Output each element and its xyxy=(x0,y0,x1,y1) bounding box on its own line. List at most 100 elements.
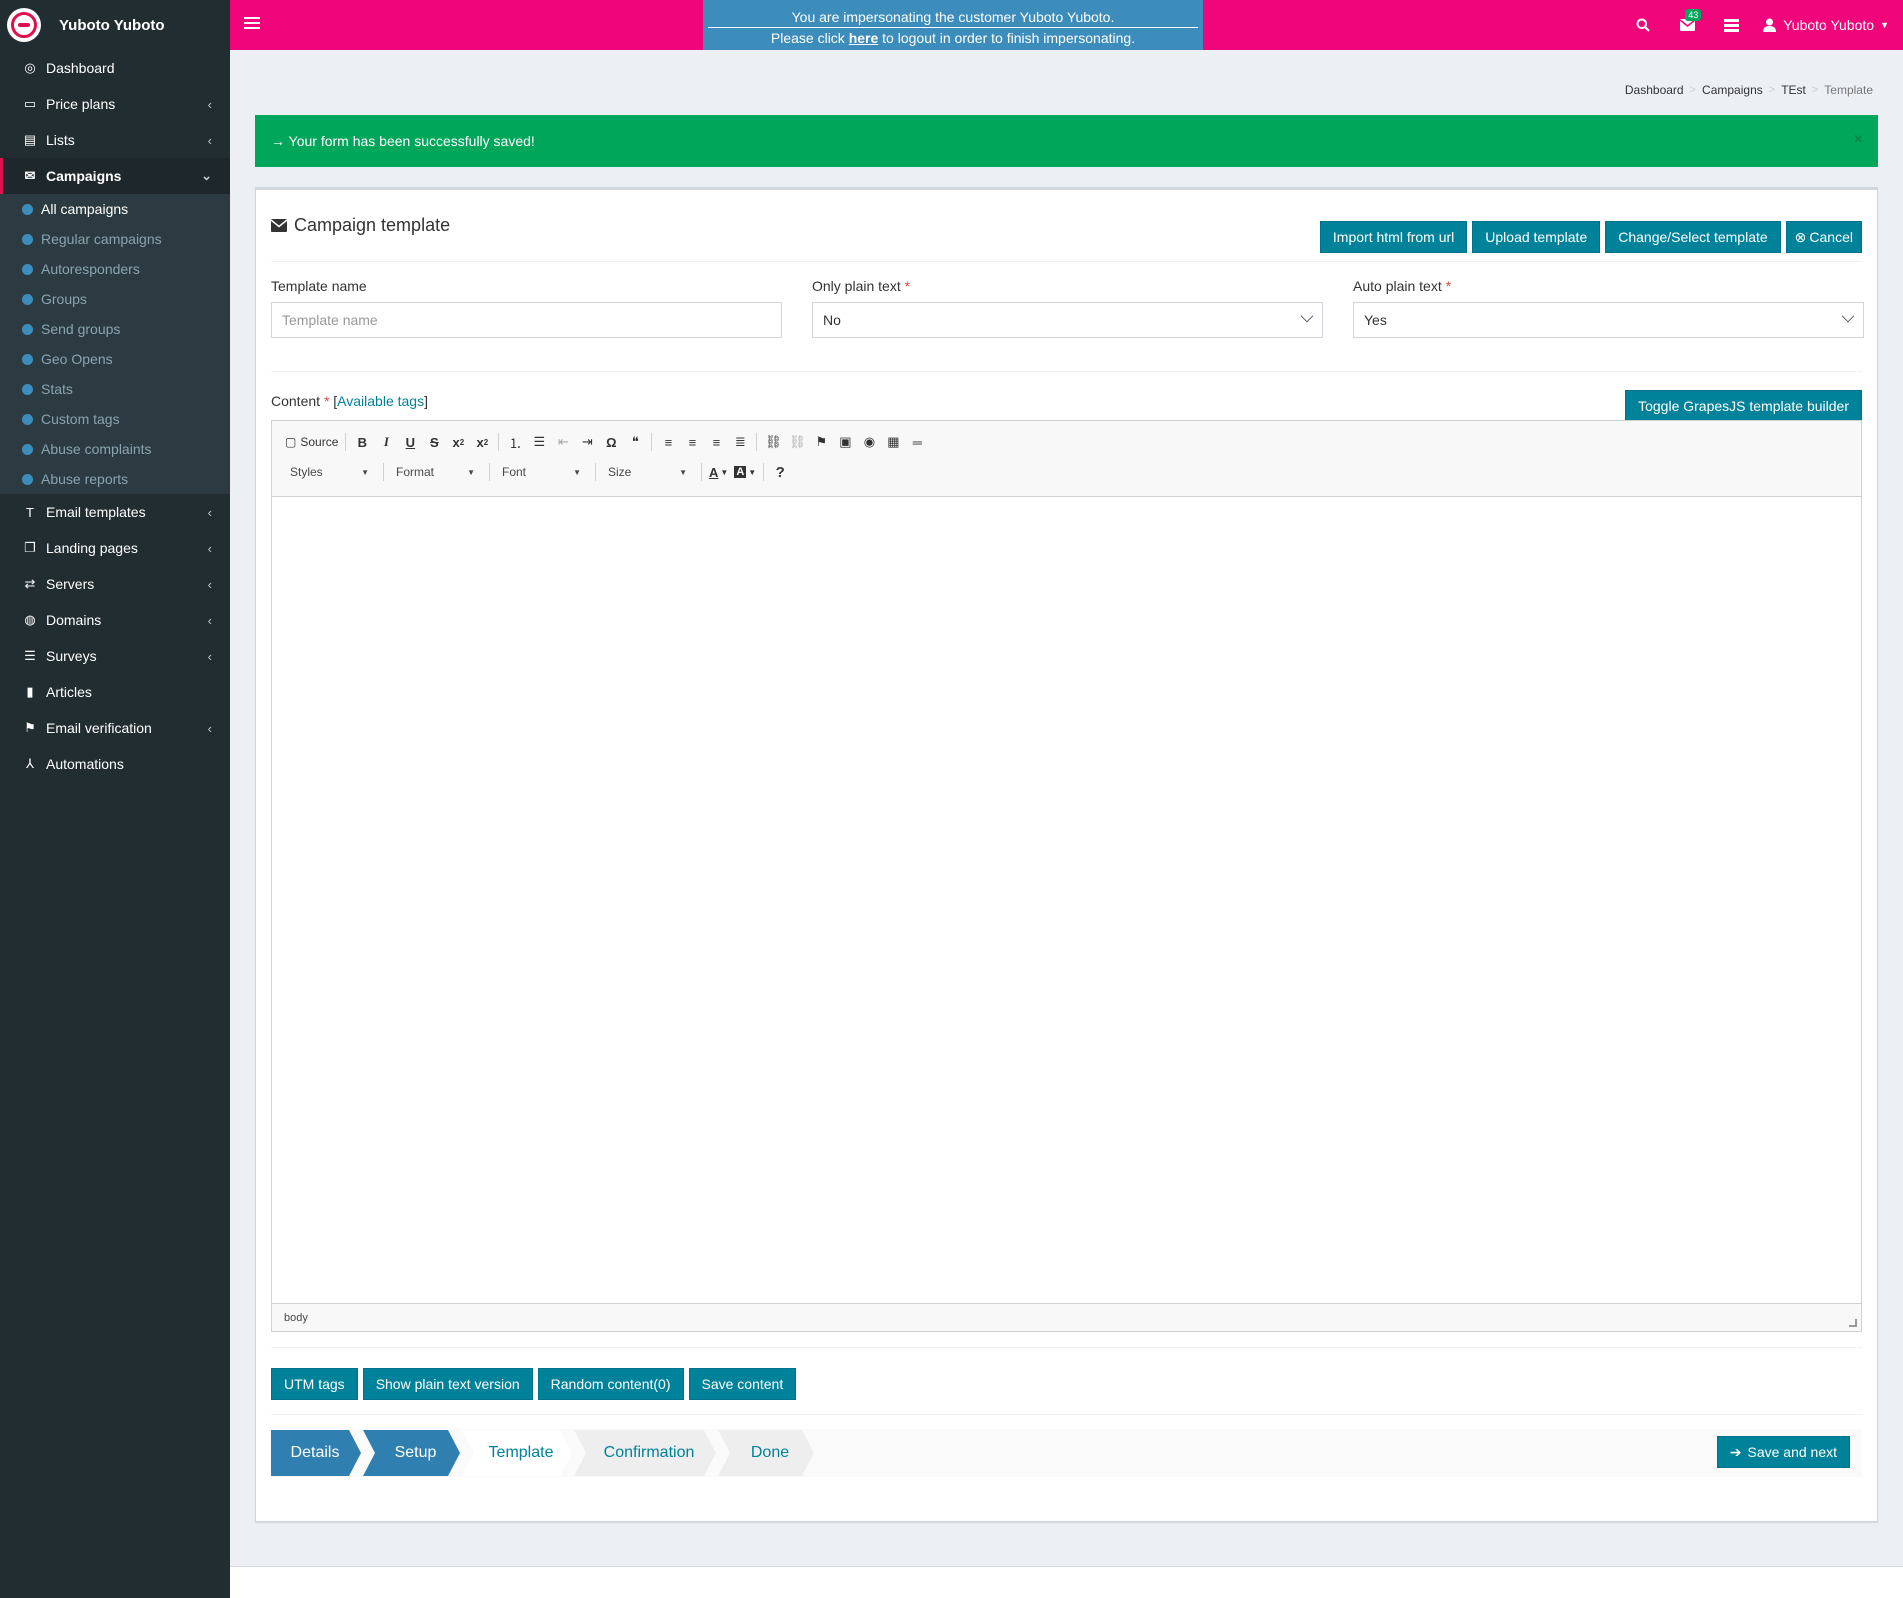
breadcrumb-dashboard[interactable]: Dashboard xyxy=(1625,83,1684,97)
sidebar-subitem-autoresponders[interactable]: Autoresponders xyxy=(0,254,230,284)
sidebar-item-articles[interactable]: ▮ Articles xyxy=(0,674,230,710)
sidebar-subitem-abuse-reports[interactable]: Abuse reports xyxy=(0,464,230,494)
sidebar-subitem-custom-tags[interactable]: Custom tags xyxy=(0,404,230,434)
align-center-icon[interactable]: ≡ xyxy=(680,429,704,455)
circle-icon xyxy=(22,233,33,245)
sidebar-item-automations[interactable]: ⅄ Automations xyxy=(0,746,230,782)
step-done[interactable]: Done xyxy=(718,1430,814,1476)
sidebar-subitem-geo-opens[interactable]: Geo Opens xyxy=(0,344,230,374)
background-color-icon[interactable]: A ▼ xyxy=(731,459,759,485)
step-template[interactable]: Template xyxy=(462,1430,572,1476)
hamburger-menu-icon[interactable] xyxy=(244,14,260,34)
random-content-button[interactable]: Random content(0) xyxy=(537,1368,684,1400)
change-select-template-button[interactable]: Change/Select template xyxy=(1605,221,1781,253)
breadcrumb-campaign[interactable]: TEst xyxy=(1781,83,1806,97)
editor-content-area[interactable] xyxy=(272,497,1861,1303)
special-character-icon[interactable]: Ω xyxy=(599,429,623,455)
anchor-flag-icon[interactable]: ⚑ xyxy=(809,429,833,455)
step-confirmation[interactable]: Confirmation xyxy=(574,1430,716,1476)
sidebar-subitem-all-campaigns[interactable]: All campaigns xyxy=(0,194,230,224)
source-icon: ▢ xyxy=(285,435,297,449)
superscript-icon[interactable]: x2 xyxy=(470,429,494,455)
underline-icon[interactable]: U xyxy=(398,429,422,455)
format-dropdown[interactable]: Format ▼ xyxy=(388,460,483,484)
breadcrumb-separator: > xyxy=(1689,84,1697,96)
sidebar-subitem-regular-campaigns[interactable]: Regular campaigns xyxy=(0,224,230,254)
blockquote-icon[interactable]: ❝ xyxy=(623,429,647,455)
text-color-icon[interactable]: A ▼ xyxy=(706,459,731,485)
toolbar-row-2: Styles ▼ Format ▼ Font ▼ Size ▼ A ▼ A ▼ ? xyxy=(282,457,1851,487)
auto-plain-text-value: Yes xyxy=(1364,312,1387,328)
bulleted-list-icon[interactable]: ☰ xyxy=(527,429,551,455)
decrease-indent-icon[interactable]: ⇤ xyxy=(551,429,575,455)
sidebar-item-servers[interactable]: ⇄ Servers ‹ xyxy=(0,566,230,602)
chevron-left-icon: ‹ xyxy=(207,132,212,148)
italic-icon[interactable]: I xyxy=(374,429,398,455)
sidebar-item-email-templates[interactable]: T Email templates ‹ xyxy=(0,494,230,530)
import-html-from-url-button[interactable]: Import html from url xyxy=(1319,221,1468,253)
table-icon[interactable]: ▦ xyxy=(881,429,905,455)
combo-label: Font xyxy=(502,465,527,479)
cancel-button[interactable]: ⊗ Cancel xyxy=(1785,221,1862,253)
image-icon[interactable]: ▣ xyxy=(833,429,857,455)
user-menu[interactable]: Yuboto Yuboto ▼ xyxy=(1753,17,1903,33)
toolbar-separator xyxy=(383,463,384,481)
toggle-grapesjs-button[interactable]: Toggle GrapesJS template builder xyxy=(1625,390,1862,422)
sidebar-item-campaigns[interactable]: ✉ Campaigns ⌄ xyxy=(0,158,230,194)
help-icon[interactable]: ? xyxy=(768,459,792,485)
circle-icon xyxy=(22,353,33,365)
styles-dropdown[interactable]: Styles ▼ xyxy=(282,460,377,484)
sidebar-subitem-send-groups[interactable]: Send groups xyxy=(0,314,230,344)
caret-down-icon: ▼ xyxy=(361,467,369,477)
impersonation-instructions: Please click here to logout in order to … xyxy=(703,28,1203,48)
close-icon[interactable]: × xyxy=(1854,131,1863,149)
numbered-list-icon[interactable]: ⒈ xyxy=(503,429,527,455)
size-dropdown[interactable]: Size ▼ xyxy=(600,460,695,484)
horizontal-line-icon[interactable]: ═ xyxy=(905,429,929,455)
auto-plain-text-select[interactable]: Yes xyxy=(1353,302,1864,338)
upload-template-button[interactable]: Upload template xyxy=(1472,221,1601,253)
step-setup[interactable]: Setup xyxy=(363,1430,460,1476)
sidebar-item-domains[interactable]: ◍ Domains ‹ xyxy=(0,602,230,638)
content-label-text: Content xyxy=(271,393,321,409)
sidebar-subitem-groups[interactable]: Groups xyxy=(0,284,230,314)
flash-icon[interactable]: ◉ xyxy=(857,429,881,455)
sidebar-item-surveys[interactable]: ☰ Surveys ‹ xyxy=(0,638,230,674)
cancel-circle-icon: ⊗ xyxy=(1794,229,1807,245)
utm-tags-button[interactable]: UTM tags xyxy=(271,1368,358,1400)
search-button[interactable] xyxy=(1621,0,1665,50)
save-and-next-button[interactable]: ➔ Save and next xyxy=(1716,1436,1850,1468)
sidebar-item-lists[interactable]: ▤ Lists ‹ xyxy=(0,122,230,158)
sidebar-item-email-verification[interactable]: ⚑ Email verification ‹ xyxy=(0,710,230,746)
unlink-icon[interactable]: ⛓ xyxy=(785,429,809,455)
align-left-icon[interactable]: ≡ xyxy=(656,429,680,455)
align-right-icon[interactable]: ≡ xyxy=(704,429,728,455)
link-icon[interactable]: ⛓ xyxy=(761,429,785,455)
step-details[interactable]: Details xyxy=(271,1430,361,1476)
sidebar-item-landing-pages[interactable]: ❐ Landing pages ‹ xyxy=(0,530,230,566)
font-dropdown[interactable]: Font ▼ xyxy=(494,460,589,484)
sidebar-subitem-stats[interactable]: Stats xyxy=(0,374,230,404)
bold-icon[interactable]: B xyxy=(350,429,374,455)
save-content-button[interactable]: Save content xyxy=(688,1368,797,1400)
strikethrough-icon[interactable]: S xyxy=(422,429,446,455)
subscript-icon[interactable]: x2 xyxy=(446,429,470,455)
only-plain-text-select[interactable]: No xyxy=(812,302,1323,338)
increase-indent-icon[interactable]: ⇥ xyxy=(575,429,599,455)
show-plain-text-button[interactable]: Show plain text version xyxy=(362,1368,533,1400)
justify-icon[interactable]: ≣ xyxy=(728,429,752,455)
template-name-input[interactable]: Template name xyxy=(271,302,782,338)
resize-handle-icon[interactable] xyxy=(1849,1319,1857,1327)
available-tags-link[interactable]: Available tags xyxy=(337,393,424,409)
messages-button[interactable]: 43 xyxy=(1665,0,1709,50)
element-path-body[interactable]: body xyxy=(284,1312,308,1324)
settings-button[interactable] xyxy=(1709,0,1753,50)
sidebar-item-dashboard[interactable]: ◎ Dashboard xyxy=(0,50,230,86)
sidebar-subitem-abuse-complaints[interactable]: Abuse complaints xyxy=(0,434,230,464)
logout-impersonation-link[interactable]: here xyxy=(849,30,879,46)
brand[interactable]: Yuboto Yuboto xyxy=(0,0,230,50)
circle-icon xyxy=(22,473,33,485)
breadcrumb-campaigns[interactable]: Campaigns xyxy=(1702,83,1763,97)
sidebar-item-price-plans[interactable]: ▭ Price plans ‹ xyxy=(0,86,230,122)
source-button[interactable]: ▢ Source xyxy=(282,429,341,455)
